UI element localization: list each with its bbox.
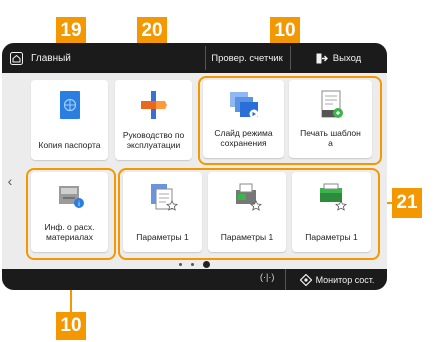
device-panel: Главный Провер. счетчик Выход ‹ Копия па… [2, 43, 387, 290]
callout-20: 20 [137, 17, 167, 45]
home-icon [10, 51, 23, 65]
user-guide-icon [140, 91, 167, 119]
touch-screen: Главный Провер. счетчик Выход ‹ Копия па… [2, 43, 387, 290]
callout-21: 21 [392, 188, 422, 218]
tile-settings-1-b[interactable]: Параметры 1 [208, 172, 286, 252]
callout-10-top: 10 [270, 17, 300, 45]
tile-scan-preset[interactable]: Слайд режима сохранения [203, 80, 284, 158]
user-guide-label: Руководство по эксплуатации [122, 130, 185, 150]
logout-icon [316, 53, 328, 63]
page-indicator [2, 259, 387, 269]
copy-settings-icon [150, 184, 178, 211]
tile-settings-1-a[interactable]: Параметры 1 [123, 172, 202, 252]
status-monitor-label: Монитор сост. [315, 274, 375, 285]
scan-preset-icon [229, 92, 258, 119]
page-dot-2[interactable] [191, 262, 194, 266]
check-counter-label: Провер. счетчик [211, 52, 283, 64]
settings-1-c-label: Параметры 1 [305, 232, 358, 242]
settings-1-a-label: Параметры 1 [136, 232, 189, 242]
settings-1-b-label: Параметры 1 [220, 232, 274, 242]
callout-19: 19 [56, 17, 86, 45]
page-dot-1[interactable] [179, 262, 182, 266]
scan-settings-icon [319, 183, 347, 211]
home-label: Главный [31, 52, 71, 64]
scan-preset-label: Слайд режима сохранения [214, 128, 273, 148]
logout-label: Выход [332, 52, 362, 64]
passport-copy-icon [59, 91, 80, 119]
home-button[interactable]: Главный [2, 43, 202, 73]
page-dot-3-active[interactable] [203, 260, 210, 268]
consumables-icon: i [58, 186, 84, 208]
wireless-signal-icon: (·|·) [260, 272, 275, 282]
tile-user-guide[interactable]: Руководство по эксплуатации [115, 80, 192, 160]
status-monitor-icon [299, 273, 312, 286]
header-bar: Главный Провер. счетчик Выход [2, 43, 387, 73]
print-template-label: Печать шаблон а [300, 128, 361, 148]
fax-settings-icon [236, 183, 262, 211]
tile-passport-copy[interactable]: Копия паспорта [31, 80, 108, 160]
chevron-left-icon[interactable]: ‹ [5, 171, 15, 191]
logout-button[interactable]: Выход [290, 46, 386, 70]
passport-copy-label: Копия паспорта [38, 140, 101, 150]
print-template-icon [321, 90, 343, 118]
callout-10-bottom: 10 [56, 312, 86, 340]
home-menu-area: ‹ Копия паспорта Руководство по эксплуат… [2, 73, 387, 269]
footer-bar: (·|·) Монитор сост. [2, 269, 387, 290]
consumables-label: Инф. о расх. материалах [44, 222, 95, 242]
check-counter-button[interactable]: Провер. счетчик [205, 46, 288, 70]
tile-print-template[interactable]: Печать шаблон а [289, 80, 372, 158]
tile-settings-1-c[interactable]: Параметры 1 [292, 172, 371, 252]
status-monitor-button[interactable]: Монитор сост. [285, 269, 387, 290]
tile-consumables-info[interactable]: i Инф. о расх. материалах [31, 172, 108, 252]
